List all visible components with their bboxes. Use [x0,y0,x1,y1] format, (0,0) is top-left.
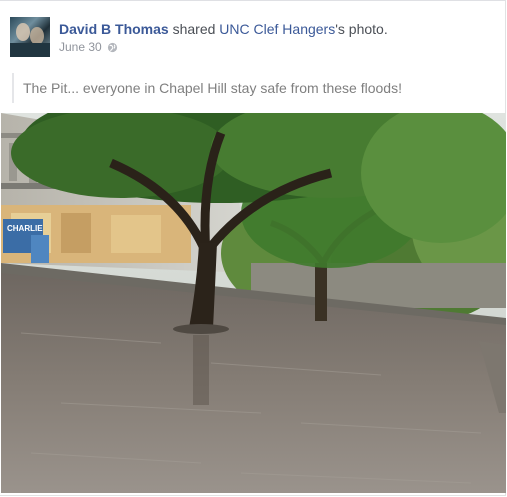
photo-sign-text: CHARLIE [7,224,43,233]
globe-icon[interactable] [107,42,118,53]
flooded-pit-photo[interactable]: CHARLIE [1,113,506,493]
author-avatar[interactable] [10,17,50,57]
story-verb: shared [168,21,220,37]
shared-object-label: 's photo. [335,21,388,37]
shared-message: The Pit... everyone in Chapel Hill stay … [12,73,492,103]
timestamp-link[interactable]: June 30 [59,40,102,54]
feed-story-card: David B Thomas shared UNC Clef Hangers's… [0,0,506,496]
author-name-link[interactable]: David B Thomas [59,21,169,37]
shared-page-link[interactable]: UNC Clef Hangers [219,21,335,37]
story-headline: David B Thomas shared UNC Clef Hangers's… [59,21,388,37]
story-meta: June 30 [59,40,118,54]
